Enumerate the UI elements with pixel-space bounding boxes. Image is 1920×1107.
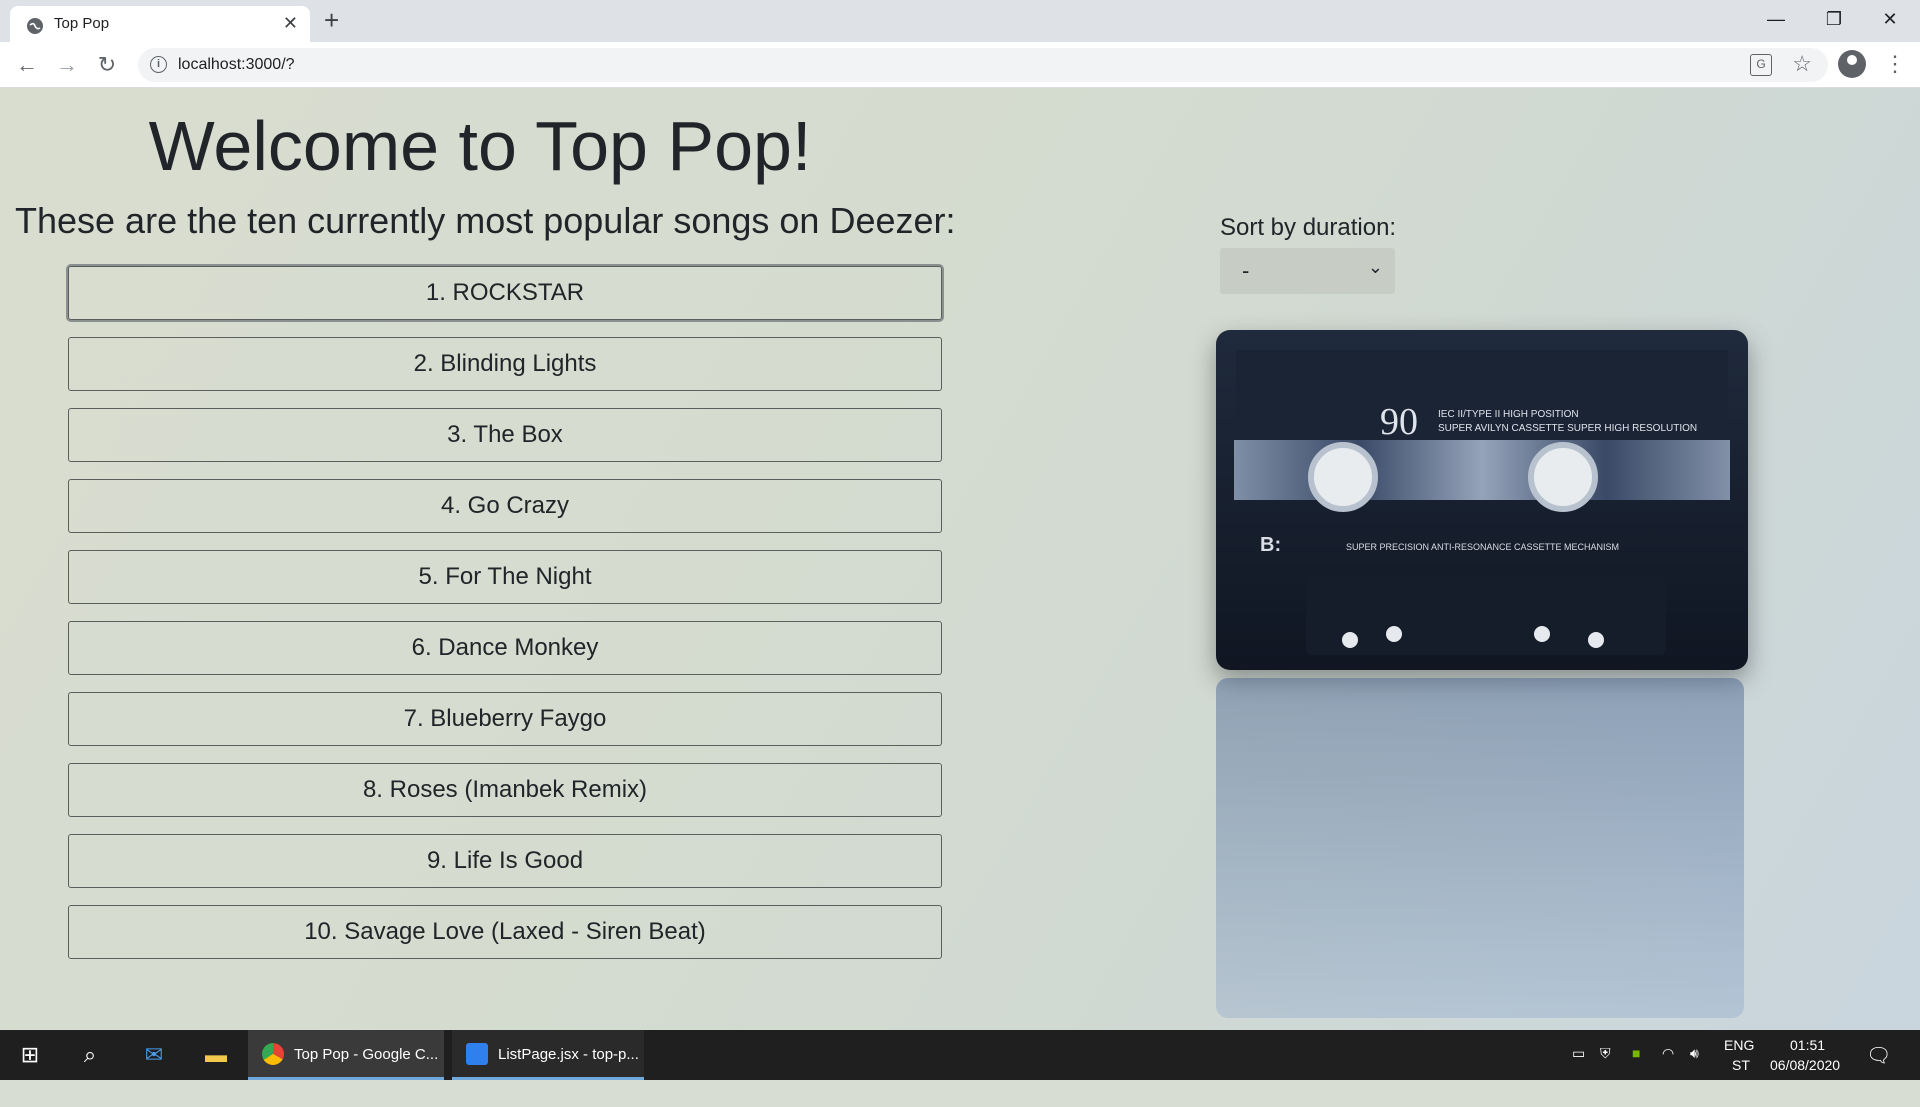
new-tab-icon[interactable]: + — [324, 5, 339, 35]
sort-duration-select[interactable]: - ⌄ — [1220, 248, 1395, 294]
cassette-reel-left — [1308, 442, 1378, 512]
browser-toolbar: ← → ↻ i localhost:3000/? G ☆ ⋮ — [0, 42, 1920, 88]
song-button-4[interactable]: 4. Go Crazy — [68, 479, 942, 533]
song-list: 1. ROCKSTAR 2. Blinding Lights 3. The Bo… — [68, 266, 942, 976]
cassette-reel-right — [1528, 442, 1598, 512]
language-sub-indicator: ST — [1732, 1057, 1750, 1073]
menu-kebab-icon[interactable]: ⋮ — [1884, 50, 1906, 78]
song-button-3[interactable]: 3. The Box — [68, 408, 942, 462]
close-window-icon[interactable]: ✕ — [1862, 0, 1918, 40]
notification-icon[interactable]: 🗨︎ — [1866, 1043, 1891, 1093]
song-button-5[interactable]: 5. For The Night — [68, 550, 942, 604]
chrome-icon — [262, 1043, 284, 1065]
page-subtitle: These are the ten currently most popular… — [15, 200, 956, 241]
cassette-side: B: — [1260, 534, 1282, 556]
cassette-spec-line1: IEC II/TYPE II HIGH POSITION — [1438, 409, 1579, 420]
cassette-bottom-plate — [1306, 575, 1666, 655]
sort-label: Sort by duration: — [1220, 214, 1397, 241]
translate-icon[interactable]: G — [1750, 54, 1772, 76]
back-icon[interactable]: ← — [12, 50, 42, 80]
wifi-icon[interactable]: ◠ — [1662, 1045, 1674, 1095]
cassette-number: 90 — [1380, 401, 1418, 443]
song-button-6[interactable]: 6. Dance Monkey — [68, 621, 942, 675]
profile-avatar-icon[interactable] — [1838, 50, 1866, 78]
browser-tab[interactable]: Top Pop ✕ — [10, 6, 310, 42]
browser-tabstrip: Top Pop ✕ + — ❐ ✕ — [0, 0, 1920, 42]
search-icon[interactable]: ⌕ — [62, 1030, 118, 1080]
windows-start-icon[interactable]: ⊞ — [2, 1030, 58, 1080]
taskbar-app-label: Top Pop - Google C... — [294, 1046, 439, 1063]
nvidia-icon[interactable]: ■ — [1632, 1045, 1640, 1095]
security-shield-icon[interactable]: ⛨ — [1600, 1045, 1611, 1095]
cassette-image: 90 IEC II/TYPE II HIGH POSITION SUPER AV… — [1216, 330, 1748, 670]
page-content: Welcome to Top Pop! These are the ten cu… — [0, 88, 1920, 1030]
cassette-hole — [1534, 626, 1550, 642]
cassette-mechanism-text: SUPER PRECISION ANTI-RESONANCE CASSETTE … — [1346, 542, 1620, 552]
file-explorer-icon[interactable]: ▬ — [188, 1030, 244, 1080]
page-title: Welcome to Top Pop! — [148, 107, 812, 185]
vscode-icon — [466, 1043, 488, 1065]
mail-icon[interactable]: ✉ — [126, 1030, 182, 1080]
volume-icon[interactable]: 🔊︎ — [1690, 1045, 1699, 1095]
taskbar-app-chrome[interactable]: Top Pop - Google C... — [248, 1030, 444, 1080]
song-button-8[interactable]: 8. Roses (Imanbek Remix) — [68, 763, 942, 817]
globe-icon — [27, 18, 43, 34]
tab-title: Top Pop — [54, 15, 110, 32]
minimize-icon[interactable]: — — [1748, 0, 1804, 40]
reload-icon[interactable]: ↻ — [92, 50, 122, 80]
address-bar[interactable]: i localhost:3000/? G ☆ — [138, 48, 1828, 82]
cassette-hole — [1386, 626, 1402, 642]
restore-icon[interactable]: ❐ — [1806, 0, 1862, 40]
cassette-spec-line2: SUPER AVILYN CASSETTE SUPER HIGH RESOLUT… — [1438, 423, 1698, 434]
clock-date[interactable]: 06/08/2020 — [1770, 1057, 1840, 1107]
cassette-hole — [1342, 632, 1358, 648]
cassette-reflection — [1216, 678, 1744, 1018]
chevron-down-icon: ⌄ — [1367, 257, 1383, 277]
forward-icon[interactable]: → — [52, 50, 82, 80]
song-button-10[interactable]: 10. Savage Love (Laxed - Siren Beat) — [68, 905, 942, 959]
site-info-icon[interactable]: i — [150, 56, 167, 73]
song-button-2[interactable]: 2. Blinding Lights — [68, 337, 942, 391]
song-button-7[interactable]: 7. Blueberry Faygo — [68, 692, 942, 746]
song-button-1[interactable]: 1. ROCKSTAR — [68, 266, 942, 320]
taskbar-app-vscode[interactable]: ListPage.jsx - top-p... — [452, 1030, 644, 1080]
song-button-9[interactable]: 9. Life Is Good — [68, 834, 942, 888]
battery-icon[interactable]: ▭ — [1572, 1045, 1585, 1095]
taskbar: ⊞ ⌕ ✉ ▬ Top Pop - Google C... ListPage.j… — [0, 1030, 1920, 1080]
sort-selected-value: - — [1242, 258, 1250, 283]
close-tab-icon[interactable]: ✕ — [283, 13, 298, 34]
taskbar-app-label: ListPage.jsx - top-p... — [498, 1046, 639, 1063]
url-text: localhost:3000/? — [178, 56, 295, 73]
cassette-hole — [1588, 632, 1604, 648]
bookmark-star-icon[interactable]: ☆ — [1792, 51, 1812, 77]
